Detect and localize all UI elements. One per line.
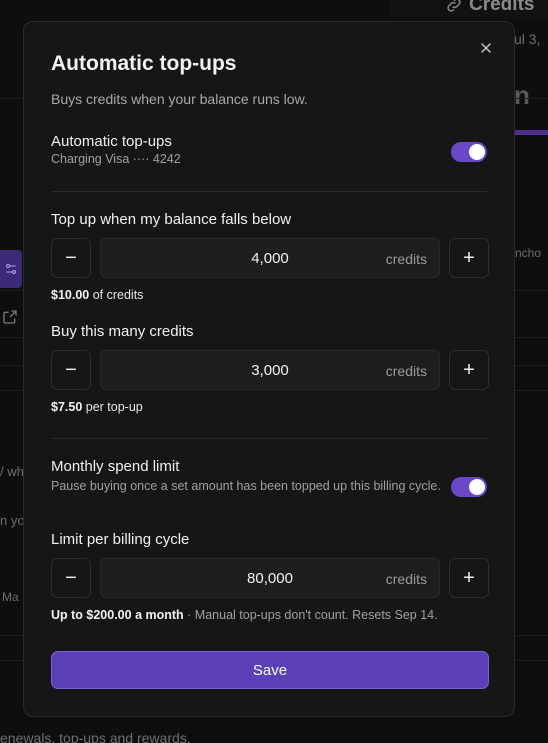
threshold-note: $10.00 of credits <box>51 288 144 302</box>
limit-decrement-button[interactable]: − <box>51 558 91 598</box>
plus-icon: + <box>463 358 475 381</box>
buy-amount-label: Buy this many credits <box>51 323 194 340</box>
bg-bottom-text: enewals, top-ups and rewards. <box>0 730 191 743</box>
bg-date-fragment: ul 3, <box>514 31 541 47</box>
threshold-decrement-button[interactable]: − <box>51 238 91 278</box>
plus-icon: + <box>463 566 475 589</box>
topup-dialog: Automatic top-ups Buys credits when your… <box>23 21 515 717</box>
link-icon <box>447 0 461 12</box>
toggle-knob <box>469 479 485 495</box>
bg-sliders-button <box>0 250 22 288</box>
bg-left-fragment: Ma <box>2 590 19 604</box>
bg-left-fragment: / wh <box>0 464 24 479</box>
threshold-input[interactable]: 4,000 credits <box>100 238 440 278</box>
limit-increment-button[interactable]: + <box>449 558 489 598</box>
buy-amount-unit: credits <box>385 363 427 379</box>
auto-topup-toggle[interactable] <box>451 142 487 162</box>
divider <box>51 438 487 439</box>
auto-topup-card: Charging Visa ···· 4242 <box>51 152 181 166</box>
threshold-unit: credits <box>385 251 427 267</box>
sliders-icon <box>6 264 16 274</box>
close-icon[interactable] <box>478 40 494 56</box>
minus-icon: − <box>65 358 77 381</box>
bg-anchor-fragment: ncho <box>515 246 542 260</box>
buy-amount-increment-button[interactable]: + <box>449 350 489 390</box>
bg-letter-fragment: n <box>514 80 530 110</box>
spend-limit-label: Monthly spend limit <box>51 458 180 475</box>
limit-note: Up to $200.00 a month · Manual top-ups d… <box>51 608 438 622</box>
bg-left-fragment: n yo <box>0 513 25 528</box>
plus-icon: + <box>463 246 475 269</box>
spend-limit-toggle[interactable] <box>451 477 487 497</box>
minus-icon: − <box>65 246 77 269</box>
limit-unit: credits <box>385 571 427 587</box>
dialog-title: Automatic top-ups <box>51 52 237 75</box>
external-link-icon <box>3 310 17 324</box>
minus-icon: − <box>65 566 77 589</box>
buy-amount-input[interactable]: 3,000 credits <box>100 350 440 390</box>
threshold-increment-button[interactable]: + <box>449 238 489 278</box>
limit-stepper: − 80,000 credits + <box>51 558 489 598</box>
divider <box>51 191 487 192</box>
save-button[interactable]: Save <box>51 651 489 689</box>
toggle-knob <box>469 144 485 160</box>
buy-amount-stepper: − 3,000 credits + <box>51 350 489 390</box>
auto-topup-label: Automatic top-ups <box>51 133 172 150</box>
bg-credits-title: Credits <box>445 0 534 16</box>
bg-progress-bar <box>514 130 548 135</box>
limit-label: Limit per billing cycle <box>51 531 190 548</box>
buy-amount-decrement-button[interactable]: − <box>51 350 91 390</box>
buy-amount-note: $7.50 per top-up <box>51 400 143 414</box>
dialog-subtitle: Buys credits when your balance runs low. <box>51 91 308 107</box>
threshold-stepper: − 4,000 credits + <box>51 238 489 278</box>
spend-limit-description: Pause buying once a set amount has been … <box>51 479 441 493</box>
limit-input[interactable]: 80,000 credits <box>100 558 440 598</box>
threshold-label: Top up when my balance falls below <box>51 211 292 228</box>
